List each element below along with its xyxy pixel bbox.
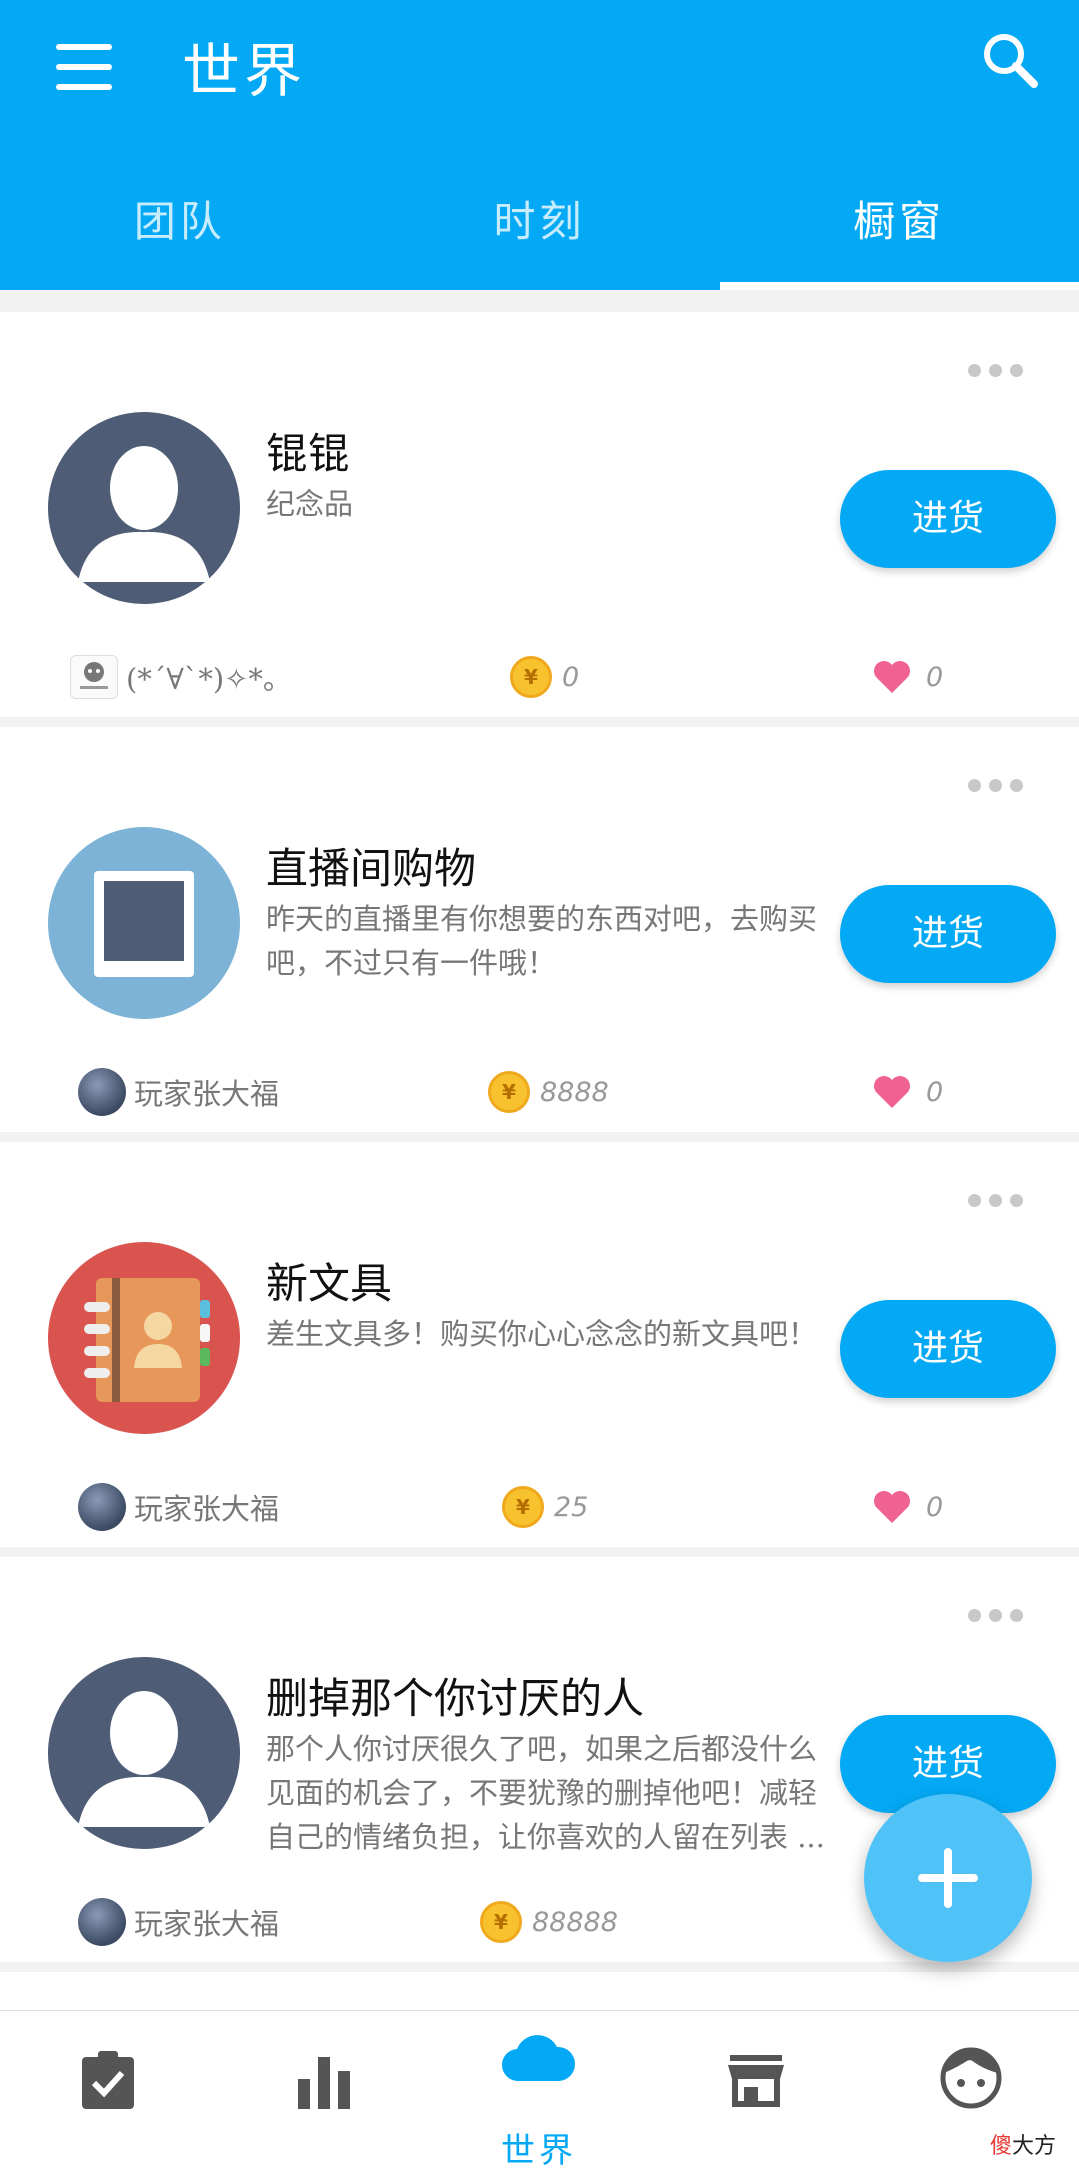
app-bar: 世界 团队 时刻 橱窗 (0, 0, 1079, 290)
nav-store[interactable] (666, 2011, 846, 2176)
card-description: 差生文具多！购买你心心念念的新文具吧！ (266, 1317, 818, 1351)
price: ¥ 25 (502, 1482, 588, 1532)
coin-icon: ¥ (480, 1901, 522, 1943)
card-title: 新文具 (266, 1259, 393, 1308)
nav-tasks[interactable] (18, 2011, 198, 2176)
default-user-avatar-icon (48, 1657, 240, 1849)
face-icon (940, 2047, 1002, 2109)
card-description: 那个人你讨厌很久了吧，如果之后都没什么见面的机会了，不要犹豫的删掉他吧！减轻自己… (266, 1732, 825, 1854)
search-icon[interactable] (978, 28, 1042, 92)
nav-stats[interactable] (234, 2011, 414, 2176)
more-options-icon[interactable] (968, 364, 1024, 378)
card-description: 纪念品 (266, 487, 354, 521)
more-options-icon[interactable] (968, 1194, 1024, 1208)
card-footer: 玩家张大福 ¥ 8888 0 (0, 1067, 1079, 1123)
author-name: 玩家张大福 (134, 1077, 280, 1111)
price: ¥ 0 (510, 652, 579, 702)
cloud-icon (501, 2035, 576, 2082)
showcase-card (0, 1972, 1079, 2010)
showcase-feed[interactable]: 锟锟 纪念品 进货 (*´∀`*)✧*。 ¥ 0 0 直播间购物 昨天的直播里有… (0, 290, 1079, 2010)
price-value: 25 (554, 1491, 589, 1523)
meme-avatar (70, 655, 118, 699)
price-value: 0 (562, 661, 580, 693)
showcase-card: 直播间购物 昨天的直播里有你想要的东西对吧，去购买吧，不过只有一件哦！ 进货 玩… (0, 727, 1079, 1132)
heart-icon (874, 1491, 910, 1523)
address-book-icon (48, 1242, 240, 1434)
restock-button[interactable]: 进货 (840, 470, 1056, 568)
tab-indicator (720, 282, 1079, 290)
tab-bar: 团队 时刻 橱窗 (0, 160, 1079, 290)
card-title: 直播间购物 (266, 844, 477, 893)
likes[interactable]: 0 (872, 652, 943, 702)
card-title: 锟锟 (266, 429, 351, 478)
likes-count: 0 (926, 661, 944, 693)
nav-world[interactable]: 世界 (449, 2011, 629, 2176)
likes[interactable]: 0 (872, 1067, 943, 1117)
coin-icon: ¥ (510, 656, 552, 698)
likes-count: 0 (926, 1491, 944, 1523)
author-name: (*´∀`*)✧*。 (126, 662, 292, 696)
card-footer: (*´∀`*)✧*。 ¥ 0 0 (0, 652, 1079, 708)
store-icon (728, 2055, 784, 2107)
tab-team[interactable]: 团队 (0, 160, 360, 290)
heart-icon (874, 661, 910, 693)
price-value: 8888 (540, 1076, 609, 1108)
watermark: 傻大方 (990, 2134, 1057, 2159)
showcase-card: 锟锟 纪念品 进货 (*´∀`*)✧*。 ¥ 0 0 (0, 312, 1079, 717)
menu-icon[interactable] (52, 36, 116, 100)
clipboard-check-icon (82, 2051, 134, 2109)
heart-icon (874, 1076, 910, 1108)
avatar (78, 1898, 126, 1946)
card-description: 昨天的直播里有你想要的东西对吧，去购买吧，不过只有一件哦！ (266, 902, 818, 980)
author[interactable]: 玩家张大福 (78, 1067, 279, 1117)
likes-count: 0 (926, 1076, 944, 1108)
author-name: 玩家张大福 (134, 1492, 280, 1526)
bottom-navigation: 世界 (0, 2010, 1079, 2176)
price: ¥ 8888 (488, 1067, 609, 1117)
showcase-card: 新文具 差生文具多！购买你心心念念的新文具吧！ 进货 玩家张大福 ¥ 25 0 (0, 1142, 1079, 1547)
price-value: 88888 (532, 1906, 618, 1938)
restock-button[interactable]: 进货 (840, 885, 1056, 983)
tab-showcase[interactable]: 橱窗 (719, 160, 1079, 290)
avatar (78, 1483, 126, 1531)
author[interactable]: 玩家张大福 (78, 1482, 279, 1532)
price: ¥ 88888 (480, 1897, 618, 1947)
author[interactable]: 玩家张大福 (78, 1897, 279, 1947)
coin-icon: ¥ (502, 1486, 544, 1528)
nav-label: 世界 (501, 2131, 577, 2171)
page-title: 世界 (182, 37, 307, 105)
more-options-icon[interactable] (968, 779, 1024, 793)
restock-button[interactable]: 进货 (840, 1300, 1056, 1398)
bar-chart-icon (298, 2057, 350, 2109)
more-options-icon[interactable] (968, 1609, 1024, 1623)
add-button[interactable] (864, 1794, 1032, 1962)
default-user-avatar-icon (48, 412, 240, 604)
likes[interactable]: 0 (872, 1482, 943, 1532)
card-footer: 玩家张大福 ¥ 25 0 (0, 1482, 1079, 1538)
author[interactable]: (*´∀`*)✧*。 (70, 652, 292, 702)
author-name: 玩家张大福 (134, 1907, 280, 1941)
coin-icon: ¥ (488, 1071, 530, 1113)
tab-moments[interactable]: 时刻 (360, 160, 720, 290)
avatar (78, 1068, 126, 1116)
picture-frame-icon (48, 827, 240, 1019)
card-title: 删掉那个你讨厌的人 (266, 1674, 645, 1723)
